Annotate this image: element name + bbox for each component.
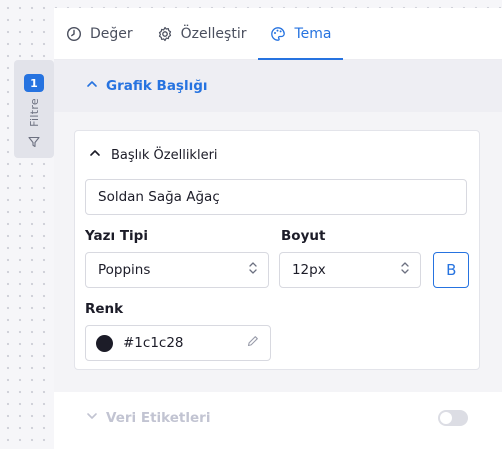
funnel-icon (28, 133, 40, 152)
font-size-label: Boyut (281, 228, 326, 244)
clock-icon (66, 26, 82, 42)
chevron-up-icon (89, 147, 101, 163)
chart-title-input[interactable]: Soldan Sağa Ağaç (85, 179, 467, 215)
font-family-value: Poppins (98, 262, 151, 278)
pencil-icon[interactable] (246, 334, 260, 352)
filter-side-tab[interactable]: 1 Filtre (14, 60, 54, 158)
font-family-select[interactable]: Poppins (85, 252, 269, 288)
chevron-down-icon (86, 410, 98, 426)
color-swatch[interactable] (96, 334, 113, 352)
font-size-value: 12px (291, 262, 326, 278)
color-picker-field[interactable]: #1c1c28 (85, 325, 271, 361)
filter-label: Filtre (27, 98, 41, 127)
tab-value-label: Değer (90, 25, 133, 42)
bold-toggle-button[interactable]: B (433, 252, 469, 288)
font-size-select[interactable]: 12px (278, 252, 422, 288)
chart-title-section-label: Grafik Başlığı (106, 78, 208, 94)
font-family-label: Yazı Tipi (85, 228, 148, 244)
title-properties-label: Başlık Özellikleri (111, 147, 218, 163)
tab-bar: Değer Özelleştir Tema (54, 8, 502, 60)
select-arrows-icon (400, 261, 410, 279)
data-labels-section-label: Veri Etiketleri (106, 410, 211, 426)
select-arrows-icon (248, 261, 258, 279)
color-label: Renk (85, 301, 124, 317)
gear-icon (157, 26, 173, 42)
palette-icon (270, 26, 286, 42)
tab-customize-label: Özelleştir (180, 25, 247, 42)
filter-count-badge: 1 (24, 74, 44, 92)
data-labels-toggle[interactable] (438, 410, 468, 426)
chevron-up-icon (86, 78, 98, 94)
color-hex-value: #1c1c28 (123, 335, 184, 351)
tab-customize[interactable]: Özelleştir (145, 8, 259, 59)
title-properties-card: Başlık Özellikleri Soldan Sağa Ağaç Yazı… (74, 130, 480, 370)
tab-theme[interactable]: Tema (258, 8, 344, 60)
data-labels-section-header[interactable]: Veri Etiketleri (54, 392, 502, 444)
tab-value[interactable]: Değer (54, 8, 145, 59)
chart-title-section-header[interactable]: Grafik Başlığı (54, 60, 502, 112)
tab-theme-label: Tema (294, 25, 332, 42)
title-properties-header[interactable]: Başlık Özellikleri (85, 131, 469, 179)
chart-title-section-body: Başlık Özellikleri Soldan Sağa Ağaç Yazı… (54, 112, 502, 392)
settings-panel: Değer Özelleştir Tema Grafik Başlığı Baş… (54, 8, 502, 449)
chart-title-value: Soldan Sağa Ağaç (98, 189, 220, 205)
